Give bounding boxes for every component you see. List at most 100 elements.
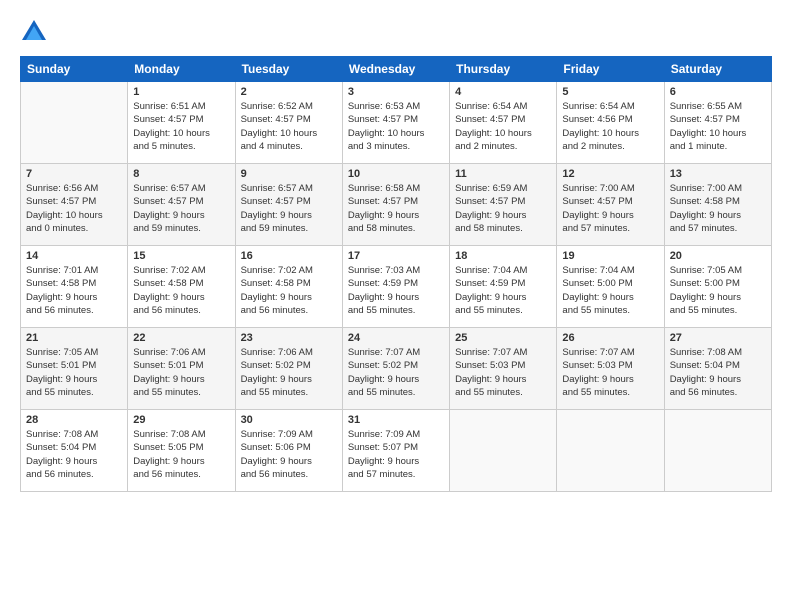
calendar-cell: 1 Sunrise: 6:51 AM Sunset: 4:57 PM Daylig…: [128, 82, 235, 164]
day-number: 10: [348, 168, 444, 180]
calendar-cell: 24Sunrise: 7:07 AM Sunset: 5:02 PM Dayli…: [342, 328, 449, 410]
calendar-week-1: 1 Sunrise: 6:51 AM Sunset: 4:57 PM Daylig…: [21, 82, 772, 164]
calendar-cell: 7 Sunrise: 6:56 AM Sunset: 4:57 PM Daylig…: [21, 164, 128, 246]
day-number: 12: [562, 168, 658, 180]
day-number: 18: [455, 250, 551, 262]
day-info: Sunrise: 6:52 AM Sunset: 4:57 PM Dayligh…: [241, 100, 337, 153]
weekday-header-tuesday: Tuesday: [235, 57, 342, 82]
day-info: Sunrise: 7:06 AM Sunset: 5:01 PM Dayligh…: [133, 346, 229, 399]
day-info: Sunrise: 7:02 AM Sunset: 4:58 PM Dayligh…: [241, 264, 337, 317]
calendar-cell: 29Sunrise: 7:08 AM Sunset: 5:05 PM Dayli…: [128, 410, 235, 492]
calendar-cell: 17Sunrise: 7:03 AM Sunset: 4:59 PM Dayli…: [342, 246, 449, 328]
day-info: Sunrise: 7:04 AM Sunset: 4:59 PM Dayligh…: [455, 264, 551, 317]
day-info: Sunrise: 7:05 AM Sunset: 5:01 PM Dayligh…: [26, 346, 122, 399]
day-number: 28: [26, 414, 122, 426]
day-number: 13: [670, 168, 766, 180]
day-number: 20: [670, 250, 766, 262]
calendar-cell: 28 Sunrise: 7:08 AM Sunset: 5:04 PM Dayli…: [21, 410, 128, 492]
calendar-cell: 20 Sunrise: 7:05 AM Sunset: 5:00 PM Dayli…: [664, 246, 771, 328]
day-number: 6: [670, 86, 766, 98]
day-info: Sunrise: 7:03 AM Sunset: 4:59 PM Dayligh…: [348, 264, 444, 317]
calendar-cell: 25Sunrise: 7:07 AM Sunset: 5:03 PM Dayli…: [450, 328, 557, 410]
calendar-cell: 3 Sunrise: 6:53 AM Sunset: 4:57 PM Daylig…: [342, 82, 449, 164]
day-info: Sunrise: 6:57 AM Sunset: 4:57 PM Dayligh…: [133, 182, 229, 235]
day-info: Sunrise: 6:56 AM Sunset: 4:57 PM Dayligh…: [26, 182, 122, 235]
day-number: 1: [133, 86, 229, 98]
page: SundayMondayTuesdayWednesdayThursdayFrid…: [0, 0, 792, 612]
calendar-cell: 11Sunrise: 6:59 AM Sunset: 4:57 PM Dayli…: [450, 164, 557, 246]
calendar-cell: 31 Sunrise: 7:09 AM Sunset: 5:07 PM Dayli…: [342, 410, 449, 492]
day-info: Sunrise: 6:53 AM Sunset: 4:57 PM Dayligh…: [348, 100, 444, 153]
calendar-cell: 4 Sunrise: 6:54 AM Sunset: 4:57 PM Daylig…: [450, 82, 557, 164]
day-info: Sunrise: 7:08 AM Sunset: 5:04 PM Dayligh…: [26, 428, 122, 481]
calendar-week-5: 28 Sunrise: 7:08 AM Sunset: 5:04 PM Dayli…: [21, 410, 772, 492]
day-number: 25: [455, 332, 551, 344]
day-number: 19: [562, 250, 658, 262]
day-number: 23: [241, 332, 337, 344]
day-info: Sunrise: 7:08 AM Sunset: 5:04 PM Dayligh…: [670, 346, 766, 399]
day-info: Sunrise: 7:02 AM Sunset: 4:58 PM Dayligh…: [133, 264, 229, 317]
calendar-cell: 13 Sunrise: 7:00 AM Sunset: 4:58 PM Dayli…: [664, 164, 771, 246]
day-number: 27: [670, 332, 766, 344]
calendar-week-4: 21 Sunrise: 7:05 AM Sunset: 5:01 PM Dayli…: [21, 328, 772, 410]
calendar-cell: 16 Sunrise: 7:02 AM Sunset: 4:58 PM Dayli…: [235, 246, 342, 328]
day-info: Sunrise: 6:58 AM Sunset: 4:57 PM Dayligh…: [348, 182, 444, 235]
weekday-header-monday: Monday: [128, 57, 235, 82]
calendar-cell: 19Sunrise: 7:04 AM Sunset: 5:00 PM Dayli…: [557, 246, 664, 328]
calendar-week-2: 7 Sunrise: 6:56 AM Sunset: 4:57 PM Daylig…: [21, 164, 772, 246]
weekday-header-wednesday: Wednesday: [342, 57, 449, 82]
calendar-cell: 14Sunrise: 7:01 AM Sunset: 4:58 PM Dayli…: [21, 246, 128, 328]
day-number: 3: [348, 86, 444, 98]
logo-icon: [20, 18, 48, 46]
day-number: 31: [348, 414, 444, 426]
calendar-cell: 9 Sunrise: 6:57 AM Sunset: 4:57 PM Daylig…: [235, 164, 342, 246]
calendar-cell: 10 Sunrise: 6:58 AM Sunset: 4:57 PM Dayli…: [342, 164, 449, 246]
calendar-cell: 2 Sunrise: 6:52 AM Sunset: 4:57 PM Daylig…: [235, 82, 342, 164]
day-number: 26: [562, 332, 658, 344]
day-number: 7: [26, 168, 122, 180]
day-number: 15: [133, 250, 229, 262]
day-info: Sunrise: 7:05 AM Sunset: 5:00 PM Dayligh…: [670, 264, 766, 317]
day-info: Sunrise: 7:07 AM Sunset: 5:02 PM Dayligh…: [348, 346, 444, 399]
calendar-cell: 26 Sunrise: 7:07 AM Sunset: 5:03 PM Dayli…: [557, 328, 664, 410]
day-info: Sunrise: 7:01 AM Sunset: 4:58 PM Dayligh…: [26, 264, 122, 317]
calendar-cell: 30 Sunrise: 7:09 AM Sunset: 5:06 PM Dayli…: [235, 410, 342, 492]
day-number: 22: [133, 332, 229, 344]
day-info: Sunrise: 7:06 AM Sunset: 5:02 PM Dayligh…: [241, 346, 337, 399]
calendar-cell: 23 Sunrise: 7:06 AM Sunset: 5:02 PM Dayli…: [235, 328, 342, 410]
header: [20, 18, 772, 46]
day-info: Sunrise: 6:54 AM Sunset: 4:57 PM Dayligh…: [455, 100, 551, 153]
logo: [20, 18, 54, 46]
calendar-cell: 5 Sunrise: 6:54 AM Sunset: 4:56 PM Daylig…: [557, 82, 664, 164]
calendar-cell: [664, 410, 771, 492]
calendar-cell: 18 Sunrise: 7:04 AM Sunset: 4:59 PM Dayli…: [450, 246, 557, 328]
day-number: 2: [241, 86, 337, 98]
day-info: Sunrise: 7:09 AM Sunset: 5:07 PM Dayligh…: [348, 428, 444, 481]
day-number: 30: [241, 414, 337, 426]
weekday-header-row: SundayMondayTuesdayWednesdayThursdayFrid…: [21, 57, 772, 82]
day-info: Sunrise: 6:51 AM Sunset: 4:57 PM Dayligh…: [133, 100, 229, 153]
day-info: Sunrise: 6:59 AM Sunset: 4:57 PM Dayligh…: [455, 182, 551, 235]
calendar-cell: 21 Sunrise: 7:05 AM Sunset: 5:01 PM Dayli…: [21, 328, 128, 410]
day-info: Sunrise: 7:07 AM Sunset: 5:03 PM Dayligh…: [562, 346, 658, 399]
day-info: Sunrise: 6:57 AM Sunset: 4:57 PM Dayligh…: [241, 182, 337, 235]
day-number: 9: [241, 168, 337, 180]
calendar-cell: 6 Sunrise: 6:55 AM Sunset: 4:57 PM Daylig…: [664, 82, 771, 164]
day-info: Sunrise: 7:00 AM Sunset: 4:58 PM Dayligh…: [670, 182, 766, 235]
day-number: 5: [562, 86, 658, 98]
calendar-cell: 15 Sunrise: 7:02 AM Sunset: 4:58 PM Dayli…: [128, 246, 235, 328]
calendar-header: SundayMondayTuesdayWednesdayThursdayFrid…: [21, 57, 772, 82]
calendar-cell: 12 Sunrise: 7:00 AM Sunset: 4:57 PM Dayli…: [557, 164, 664, 246]
weekday-header-thursday: Thursday: [450, 57, 557, 82]
day-number: 16: [241, 250, 337, 262]
calendar-cell: 8 Sunrise: 6:57 AM Sunset: 4:57 PM Daylig…: [128, 164, 235, 246]
day-info: Sunrise: 6:54 AM Sunset: 4:56 PM Dayligh…: [562, 100, 658, 153]
day-info: Sunrise: 6:55 AM Sunset: 4:57 PM Dayligh…: [670, 100, 766, 153]
day-info: Sunrise: 7:09 AM Sunset: 5:06 PM Dayligh…: [241, 428, 337, 481]
day-number: 8: [133, 168, 229, 180]
day-number: 21: [26, 332, 122, 344]
day-info: Sunrise: 7:00 AM Sunset: 4:57 PM Dayligh…: [562, 182, 658, 235]
weekday-header-saturday: Saturday: [664, 57, 771, 82]
weekday-header-friday: Friday: [557, 57, 664, 82]
day-number: 4: [455, 86, 551, 98]
